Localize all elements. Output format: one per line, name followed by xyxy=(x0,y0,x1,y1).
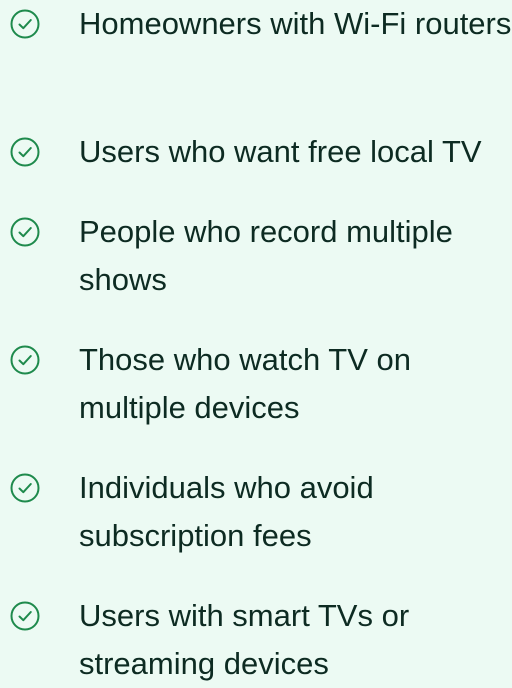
list-item-label: People who record multiple shows xyxy=(79,214,453,297)
check-circle-icon xyxy=(9,216,41,248)
check-circle-icon xyxy=(9,136,41,168)
list-item-label: Users who want free local TV xyxy=(79,134,482,169)
check-circle-icon xyxy=(9,8,41,40)
check-circle-icon xyxy=(9,344,41,376)
list-item-label: Individuals who avoid subscription fees xyxy=(79,470,374,553)
check-circle-icon xyxy=(9,472,41,504)
list-item-label: Those who watch TV on multiple devices xyxy=(79,342,411,425)
list-item-label: Homeowners with Wi-Fi routers xyxy=(79,6,512,41)
check-circle-icon xyxy=(9,600,41,632)
audience-checklist: Homeowners with Wi-Fi routers Users who … xyxy=(0,0,512,682)
list-item-label: Users with smart TVs or streaming device… xyxy=(79,598,410,681)
